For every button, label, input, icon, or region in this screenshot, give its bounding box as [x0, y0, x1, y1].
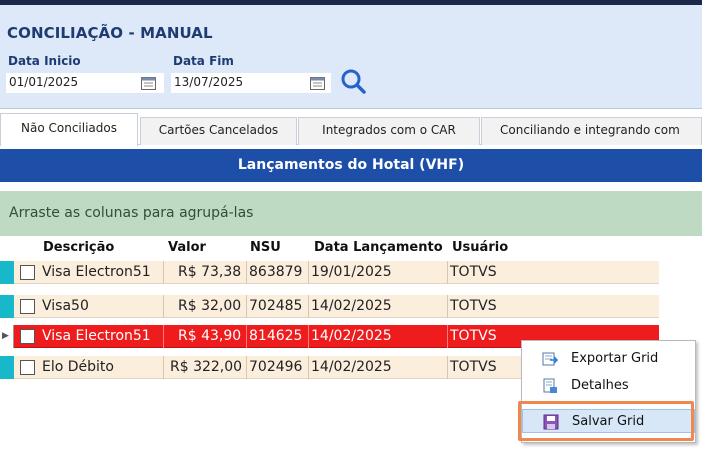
- cell-data: 19/01/2025: [311, 264, 392, 280]
- column-separator: [163, 261, 164, 284]
- column-separator: [246, 356, 247, 379]
- cell-descricao: Visa Electron51: [42, 264, 151, 280]
- export-icon: [542, 352, 558, 366]
- cell-valor: R$ 322,00: [170, 359, 243, 375]
- cell-data: 14/02/2025: [311, 328, 392, 344]
- cell-usuario: TOTVS: [450, 298, 497, 314]
- column-header-data-lancamento[interactable]: Data Lançamento: [314, 240, 443, 255]
- tab-integrados-car[interactable]: Integrados com o CAR: [298, 117, 480, 145]
- column-separator: [447, 356, 448, 379]
- cell-data: 14/02/2025: [311, 298, 392, 314]
- column-separator: [246, 261, 247, 284]
- row-pointer-icon: ▶: [2, 331, 9, 341]
- cell-usuario: TOTVS: [450, 328, 497, 344]
- menu-item-label: Detalhes: [571, 378, 629, 393]
- row-indicator: [0, 295, 14, 318]
- table-row[interactable]: Visa Electron51 R$ 73,38 863879 19/01/20…: [0, 261, 702, 284]
- cell-usuario: TOTVS: [450, 359, 497, 375]
- end-date-label: Data Fim: [173, 54, 234, 68]
- cell-valor: R$ 73,38: [178, 264, 242, 280]
- column-separator: [447, 295, 448, 318]
- group-by-panel[interactable]: Arraste as colunas para agrupá-las: [0, 191, 702, 236]
- column-header-valor[interactable]: Valor: [168, 240, 206, 255]
- cell-nsu: 702485: [249, 298, 303, 314]
- tab-cartoes-cancelados[interactable]: Cartões Cancelados: [140, 117, 297, 145]
- cell-nsu: 863879: [249, 264, 303, 280]
- grid-title: Lançamentos do Hotal (VHF): [0, 149, 702, 182]
- tab-nao-conciliados[interactable]: Não Conciliados: [0, 113, 138, 146]
- row-checkbox[interactable]: [20, 265, 35, 280]
- column-separator: [447, 325, 448, 348]
- cell-valor: R$ 32,00: [178, 298, 242, 314]
- column-separator: [163, 325, 164, 348]
- search-icon[interactable]: [340, 68, 366, 94]
- column-header-nsu[interactable]: NSU: [250, 240, 281, 255]
- cell-data: 14/02/2025: [311, 359, 392, 375]
- grid-header: Descrição Valor NSU Data Lançamento Usuá…: [0, 236, 702, 257]
- calendar-icon[interactable]: [141, 77, 156, 90]
- column-separator: [308, 356, 309, 379]
- tab-conciliando-integrando[interactable]: Conciliando e integrando com: [481, 117, 702, 145]
- start-date-label: Data Inicio: [8, 54, 81, 68]
- cell-usuario: TOTVS: [450, 264, 497, 280]
- column-separator: [308, 295, 309, 318]
- row-indicator: [0, 261, 14, 284]
- page-title: CONCILIAÇÃO - MANUAL: [7, 24, 213, 42]
- cell-nsu: 702496: [249, 359, 303, 375]
- start-date-value: 01/01/2025: [9, 75, 79, 89]
- details-icon: [543, 378, 557, 393]
- column-separator: [308, 325, 309, 348]
- row-checkbox[interactable]: [20, 360, 35, 375]
- column-separator: [308, 261, 309, 284]
- table-row[interactable]: Visa50 R$ 32,00 702485 14/02/2025 TOTVS: [0, 295, 702, 318]
- column-separator: [163, 295, 164, 318]
- conciliacao-window: CONCILIAÇÃO - MANUAL Data Inicio 01/01/2…: [0, 0, 702, 453]
- end-date-value: 13/07/2025: [174, 75, 244, 89]
- column-header-descricao[interactable]: Descrição: [43, 240, 114, 255]
- end-date-input[interactable]: 13/07/2025: [171, 73, 331, 93]
- column-separator: [163, 356, 164, 379]
- cell-valor: R$ 43,90: [178, 328, 242, 344]
- highlight-box: [518, 401, 694, 441]
- menu-item-label: Exportar Grid: [571, 351, 659, 366]
- calendar-icon[interactable]: [310, 77, 325, 90]
- column-header-usuario[interactable]: Usuário: [452, 240, 508, 255]
- tab-bar: Não Conciliados Cartões Cancelados Integ…: [0, 109, 702, 146]
- column-separator: [246, 325, 247, 348]
- cell-nsu: 814625: [249, 328, 303, 344]
- cell-descricao: Visa50: [42, 298, 89, 314]
- filter-panel: CONCILIAÇÃO - MANUAL Data Inicio 01/01/2…: [0, 5, 702, 109]
- cell-descricao: Elo Débito: [42, 359, 114, 375]
- column-separator: [246, 295, 247, 318]
- menu-item-exportar-grid[interactable]: Exportar Grid: [522, 347, 695, 371]
- row-checkbox[interactable]: [20, 299, 35, 314]
- menu-item-detalhes[interactable]: Detalhes: [522, 374, 695, 398]
- cell-descricao: Visa Electron51: [42, 328, 151, 344]
- row-checkbox[interactable]: [20, 329, 35, 344]
- column-separator: [447, 261, 448, 284]
- row-indicator: [0, 356, 14, 379]
